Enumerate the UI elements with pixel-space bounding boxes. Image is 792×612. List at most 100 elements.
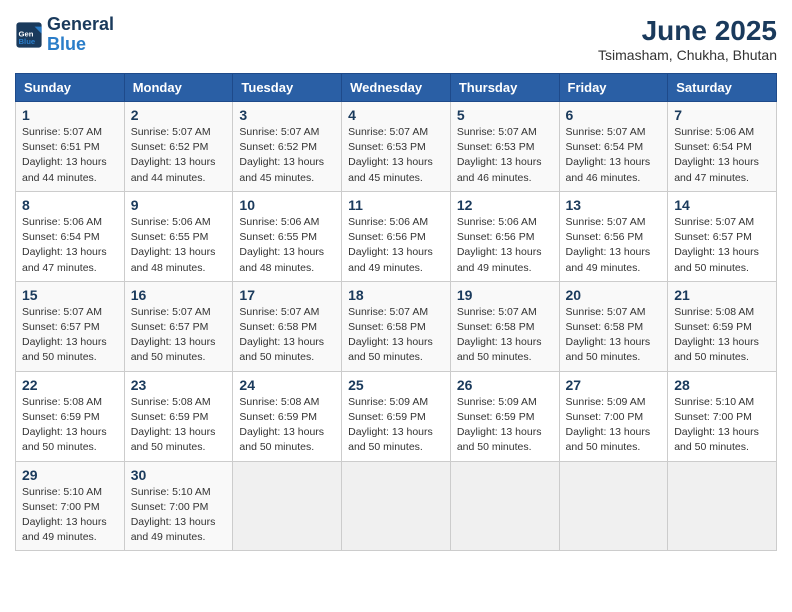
calendar-cell: 10 Sunrise: 5:06 AM Sunset: 6:55 PM Dayli… xyxy=(233,191,342,281)
calendar-cell: 20Sunrise: 5:07 AM Sunset: 6:58 PM Dayli… xyxy=(559,281,668,371)
calendar-cell: 22 Sunrise: 5:08 AM Sunset: 6:59 PM Dayli… xyxy=(16,371,125,461)
day-number: 23 xyxy=(131,377,227,393)
day-number: 12 xyxy=(457,197,553,213)
calendar-cell: 14 Sunrise: 5:07 AM Sunset: 6:57 PM Dayli… xyxy=(668,191,777,281)
day-number: 28 xyxy=(674,377,770,393)
day-info: Sunrise: 5:10 AM Sunset: 7:00 PM Dayligh… xyxy=(674,395,770,456)
calendar-week-row: 8 Sunrise: 5:06 AM Sunset: 6:54 PM Daylig… xyxy=(16,191,777,281)
day-number: 26 xyxy=(457,377,553,393)
location-subtitle: Tsimasham, Chukha, Bhutan xyxy=(598,47,777,63)
calendar-header: SundayMondayTuesdayWednesdayThursdayFrid… xyxy=(16,74,777,102)
day-number: 8 xyxy=(22,197,118,213)
day-info: Sunrise: 5:06 AM Sunset: 6:55 PM Dayligh… xyxy=(239,215,335,276)
day-info: Sunrise: 5:09 AM Sunset: 6:59 PM Dayligh… xyxy=(457,395,553,456)
day-number: 24 xyxy=(239,377,335,393)
page-header: Gen Blue General Blue June 2025 Tsimasha… xyxy=(15,15,777,63)
day-info: Sunrise: 5:07 AM Sunset: 6:56 PM Dayligh… xyxy=(566,215,662,276)
weekday-header-wednesday: Wednesday xyxy=(342,74,451,102)
day-info: Sunrise: 5:06 AM Sunset: 6:54 PM Dayligh… xyxy=(22,215,118,276)
day-info: Sunrise: 5:08 AM Sunset: 6:59 PM Dayligh… xyxy=(131,395,227,456)
day-info: Sunrise: 5:06 AM Sunset: 6:54 PM Dayligh… xyxy=(674,125,770,186)
day-info: Sunrise: 5:10 AM Sunset: 7:00 PM Dayligh… xyxy=(131,485,227,546)
calendar-cell: 1 Sunrise: 5:07 AM Sunset: 6:51 PM Daylig… xyxy=(16,102,125,192)
day-number: 6 xyxy=(566,107,662,123)
day-info: Sunrise: 5:07 AM Sunset: 6:57 PM Dayligh… xyxy=(22,305,118,366)
day-info: Sunrise: 5:06 AM Sunset: 6:56 PM Dayligh… xyxy=(457,215,553,276)
day-info: Sunrise: 5:07 AM Sunset: 6:54 PM Dayligh… xyxy=(566,125,662,186)
calendar-cell xyxy=(233,461,342,551)
calendar-cell: 19 Sunrise: 5:07 AM Sunset: 6:58 PM Dayli… xyxy=(450,281,559,371)
calendar-cell: 28 Sunrise: 5:10 AM Sunset: 7:00 PM Dayli… xyxy=(668,371,777,461)
day-number: 18 xyxy=(348,287,444,303)
calendar-cell: 9 Sunrise: 5:06 AM Sunset: 6:55 PM Daylig… xyxy=(124,191,233,281)
day-number: 17 xyxy=(239,287,335,303)
day-info: Sunrise: 5:06 AM Sunset: 6:55 PM Dayligh… xyxy=(131,215,227,276)
logo: Gen Blue General Blue xyxy=(15,15,114,55)
day-number: 3 xyxy=(239,107,335,123)
day-number: 11 xyxy=(348,197,444,213)
day-number: 14 xyxy=(674,197,770,213)
calendar-cell xyxy=(342,461,451,551)
day-info: Sunrise: 5:09 AM Sunset: 6:59 PM Dayligh… xyxy=(348,395,444,456)
weekday-header-friday: Friday xyxy=(559,74,668,102)
calendar-cell: 30 Sunrise: 5:10 AM Sunset: 7:00 PM Dayli… xyxy=(124,461,233,551)
calendar-cell: 15Sunrise: 5:07 AM Sunset: 6:57 PM Dayli… xyxy=(16,281,125,371)
calendar-cell: 4 Sunrise: 5:07 AM Sunset: 6:53 PM Daylig… xyxy=(342,102,451,192)
weekday-header-saturday: Saturday xyxy=(668,74,777,102)
calendar-cell: 23 Sunrise: 5:08 AM Sunset: 6:59 PM Dayli… xyxy=(124,371,233,461)
day-info: Sunrise: 5:06 AM Sunset: 6:56 PM Dayligh… xyxy=(348,215,444,276)
calendar-cell: 12 Sunrise: 5:06 AM Sunset: 6:56 PM Dayli… xyxy=(450,191,559,281)
day-number: 13 xyxy=(566,197,662,213)
title-section: June 2025 Tsimasham, Chukha, Bhutan xyxy=(598,15,777,63)
calendar-cell: 11 Sunrise: 5:06 AM Sunset: 6:56 PM Dayli… xyxy=(342,191,451,281)
calendar-cell xyxy=(450,461,559,551)
weekday-header-monday: Monday xyxy=(124,74,233,102)
calendar-cell: 6 Sunrise: 5:07 AM Sunset: 6:54 PM Daylig… xyxy=(559,102,668,192)
day-info: Sunrise: 5:07 AM Sunset: 6:58 PM Dayligh… xyxy=(566,305,662,366)
calendar-cell: 27Sunrise: 5:09 AM Sunset: 7:00 PM Dayli… xyxy=(559,371,668,461)
weekday-header-sunday: Sunday xyxy=(16,74,125,102)
day-info: Sunrise: 5:07 AM Sunset: 6:58 PM Dayligh… xyxy=(457,305,553,366)
day-number: 1 xyxy=(22,107,118,123)
calendar-cell: 25 Sunrise: 5:09 AM Sunset: 6:59 PM Dayli… xyxy=(342,371,451,461)
day-number: 21 xyxy=(674,287,770,303)
day-number: 22 xyxy=(22,377,118,393)
day-info: Sunrise: 5:09 AM Sunset: 7:00 PM Dayligh… xyxy=(566,395,662,456)
day-number: 7 xyxy=(674,107,770,123)
day-number: 10 xyxy=(239,197,335,213)
day-info: Sunrise: 5:08 AM Sunset: 6:59 PM Dayligh… xyxy=(239,395,335,456)
calendar-cell: 21 Sunrise: 5:08 AM Sunset: 6:59 PM Dayli… xyxy=(668,281,777,371)
logo-icon: Gen Blue xyxy=(15,21,43,49)
logo-text-blue: Blue xyxy=(47,35,114,55)
calendar-cell xyxy=(559,461,668,551)
calendar-cell: 17Sunrise: 5:07 AM Sunset: 6:58 PM Dayli… xyxy=(233,281,342,371)
day-number: 25 xyxy=(348,377,444,393)
day-number: 29 xyxy=(22,467,118,483)
calendar-cell: 24 Sunrise: 5:08 AM Sunset: 6:59 PM Dayli… xyxy=(233,371,342,461)
day-info: Sunrise: 5:08 AM Sunset: 6:59 PM Dayligh… xyxy=(674,305,770,366)
day-number: 30 xyxy=(131,467,227,483)
day-info: Sunrise: 5:07 AM Sunset: 6:51 PM Dayligh… xyxy=(22,125,118,186)
calendar-cell xyxy=(668,461,777,551)
day-number: 9 xyxy=(131,197,227,213)
day-number: 19 xyxy=(457,287,553,303)
day-number: 5 xyxy=(457,107,553,123)
calendar-cell: 18Sunrise: 5:07 AM Sunset: 6:58 PM Dayli… xyxy=(342,281,451,371)
day-info: Sunrise: 5:07 AM Sunset: 6:52 PM Dayligh… xyxy=(131,125,227,186)
calendar-cell: 16Sunrise: 5:07 AM Sunset: 6:57 PM Dayli… xyxy=(124,281,233,371)
day-number: 2 xyxy=(131,107,227,123)
day-info: Sunrise: 5:08 AM Sunset: 6:59 PM Dayligh… xyxy=(22,395,118,456)
calendar-cell: 3 Sunrise: 5:07 AM Sunset: 6:52 PM Daylig… xyxy=(233,102,342,192)
svg-text:Blue: Blue xyxy=(19,37,36,46)
weekday-header-thursday: Thursday xyxy=(450,74,559,102)
day-number: 4 xyxy=(348,107,444,123)
calendar-cell: 29Sunrise: 5:10 AM Sunset: 7:00 PM Dayli… xyxy=(16,461,125,551)
calendar-cell: 7 Sunrise: 5:06 AM Sunset: 6:54 PM Daylig… xyxy=(668,102,777,192)
day-info: Sunrise: 5:07 AM Sunset: 6:53 PM Dayligh… xyxy=(348,125,444,186)
day-info: Sunrise: 5:07 AM Sunset: 6:57 PM Dayligh… xyxy=(674,215,770,276)
calendar-cell: 2 Sunrise: 5:07 AM Sunset: 6:52 PM Daylig… xyxy=(124,102,233,192)
calendar-week-row: 1 Sunrise: 5:07 AM Sunset: 6:51 PM Daylig… xyxy=(16,102,777,192)
day-info: Sunrise: 5:07 AM Sunset: 6:52 PM Dayligh… xyxy=(239,125,335,186)
weekday-header-row: SundayMondayTuesdayWednesdayThursdayFrid… xyxy=(16,74,777,102)
calendar-week-row: 29 Sunrise: 5:10 AM Sunset: 7:00 PM Dayli… xyxy=(16,461,777,551)
